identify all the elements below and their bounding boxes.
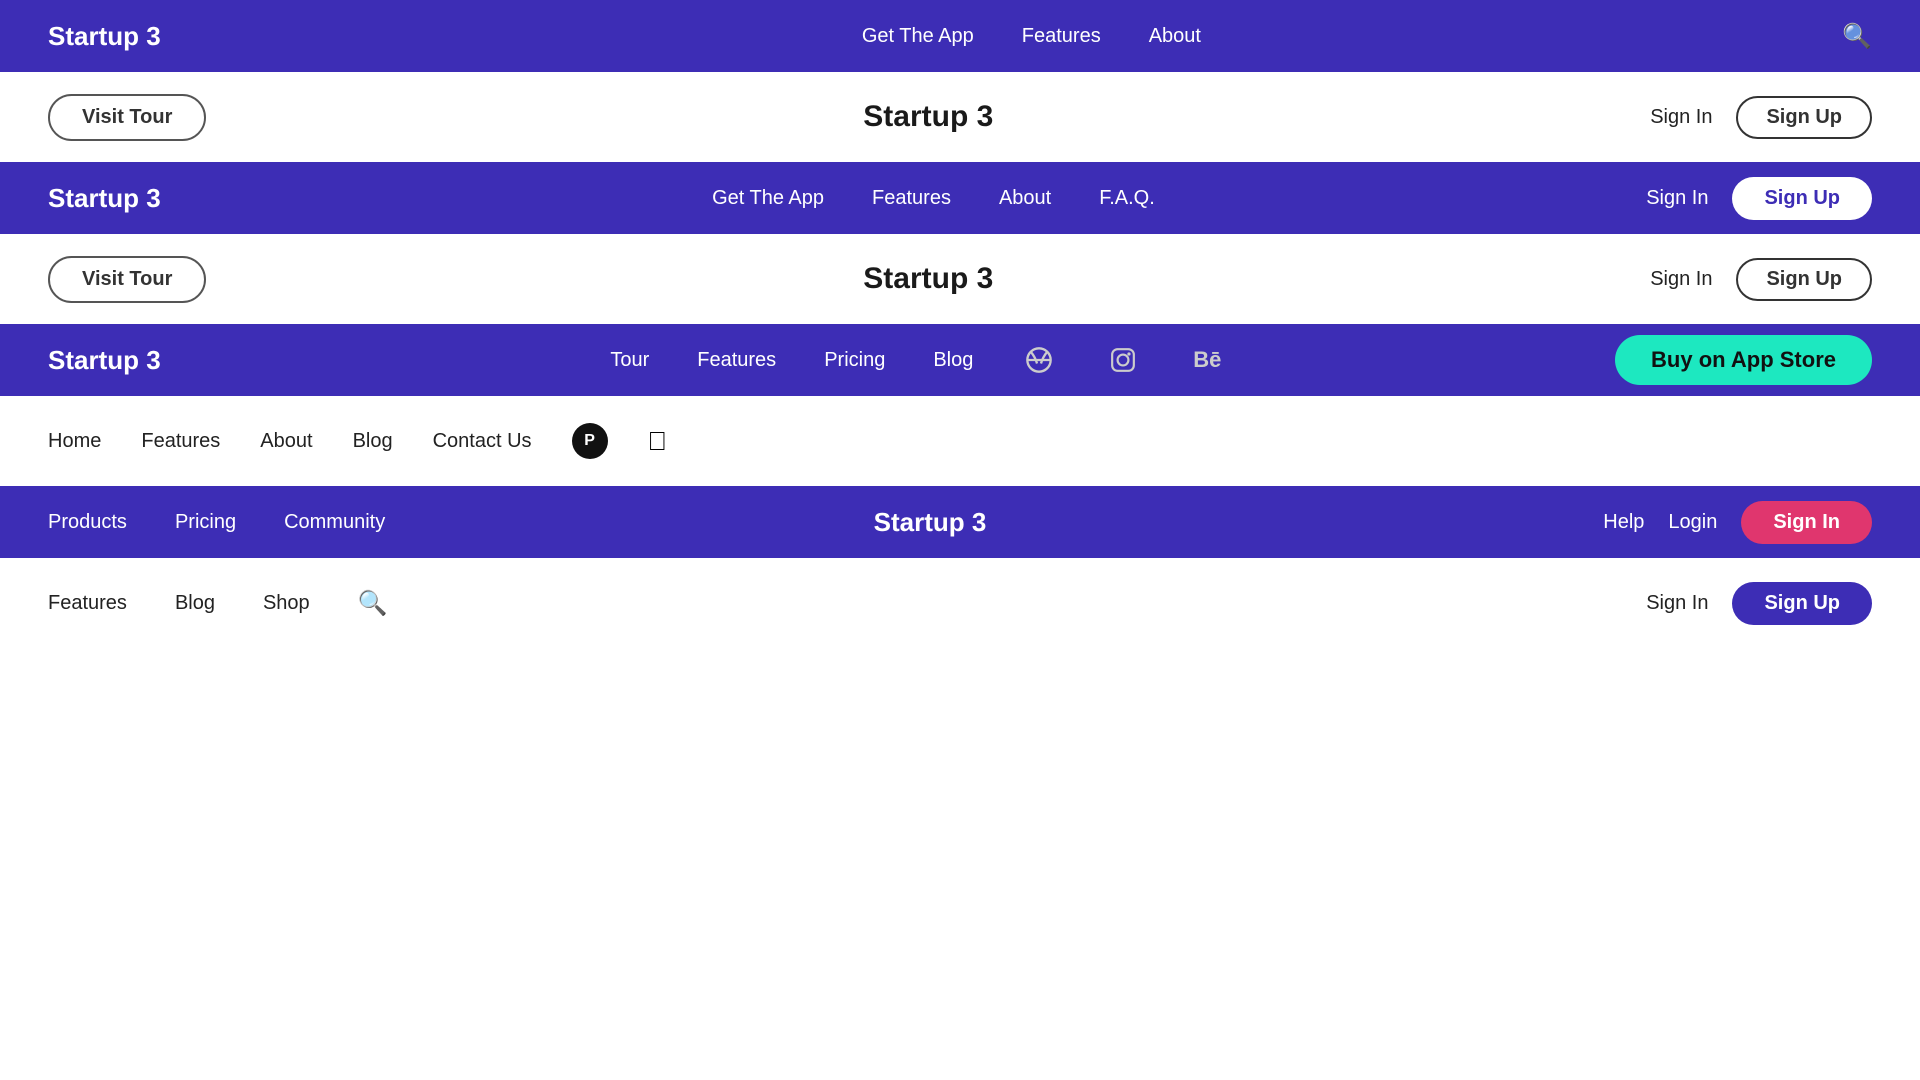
content-strip-4: Features Blog Shop 🔍 Sign In Sign Up bbox=[0, 558, 1920, 648]
footer-features[interactable]: Features bbox=[141, 430, 220, 453]
sign-up-btn-2[interactable]: Sign Up bbox=[1732, 177, 1872, 220]
nav-item-pricing[interactable]: Pricing bbox=[824, 349, 885, 372]
apple-icon[interactable]:  bbox=[648, 426, 668, 456]
content-title-2: Startup 3 bbox=[206, 262, 1650, 296]
dribbble-icon[interactable] bbox=[1021, 342, 1057, 378]
nav-links-3: Tour Features Pricing Blog Bē bbox=[221, 342, 1615, 379]
sign-in-pink-btn[interactable]: Sign In bbox=[1741, 501, 1872, 544]
search-icon-2[interactable]: 🔍 bbox=[358, 590, 388, 617]
login-btn[interactable]: Login bbox=[1668, 511, 1717, 534]
nav-item-products[interactable]: Products bbox=[48, 511, 127, 534]
footer-home[interactable]: Home bbox=[48, 430, 101, 453]
bottom-links: Features Blog Shop 🔍 bbox=[48, 589, 1646, 618]
bottom-blog[interactable]: Blog bbox=[175, 592, 215, 615]
nav-right-3: Buy on App Store bbox=[1615, 335, 1872, 385]
nav-item-about[interactable]: About bbox=[1149, 25, 1201, 48]
nav-item-community[interactable]: Community bbox=[284, 511, 385, 534]
nav-item-pricing-2[interactable]: Pricing bbox=[175, 511, 236, 534]
help-btn[interactable]: Help bbox=[1603, 511, 1644, 534]
footer-contact[interactable]: Contact Us bbox=[433, 430, 532, 453]
behance-icon[interactable]: Bē bbox=[1189, 342, 1225, 378]
navbar-2: Startup 3 Get The App Features About F.A… bbox=[0, 162, 1920, 234]
bottom-search[interactable]: 🔍 bbox=[358, 589, 388, 618]
nav-item-get-app[interactable]: Get The App bbox=[862, 25, 974, 48]
footer-apple-icon[interactable]:  bbox=[648, 426, 668, 457]
brand-4: Startup 3 bbox=[874, 507, 987, 537]
nav-links-2: Get The App Features About F.A.Q. bbox=[221, 187, 1647, 210]
sign-up-btn-3[interactable]: Sign Up bbox=[1736, 258, 1872, 301]
sign-in-btn-final[interactable]: Sign In bbox=[1646, 592, 1708, 615]
sign-in-btn-1[interactable]: Sign In bbox=[1650, 106, 1712, 129]
visit-tour-btn-1[interactable]: Visit Tour bbox=[48, 94, 206, 141]
visit-tour-btn-2[interactable]: Visit Tour bbox=[48, 256, 206, 303]
footer-about[interactable]: About bbox=[260, 430, 312, 453]
footer-blog[interactable]: Blog bbox=[353, 430, 393, 453]
nav-item-behance[interactable]: Bē bbox=[1189, 342, 1225, 378]
content-strip-2: Visit Tour Startup 3 Sign In Sign Up bbox=[0, 234, 1920, 324]
brand-2: Startup 3 bbox=[48, 183, 161, 214]
sign-up-btn-1[interactable]: Sign Up bbox=[1736, 96, 1872, 139]
nav-right-4: Help Login Sign In bbox=[1603, 501, 1872, 544]
navbar-3: Startup 3 Tour Features Pricing Blog bbox=[0, 324, 1920, 396]
nav-item-about-2[interactable]: About bbox=[999, 187, 1051, 210]
content-title-1: Startup 3 bbox=[206, 100, 1650, 134]
nav-links-4: Products Pricing Community bbox=[48, 511, 1603, 534]
nav-item-instagram[interactable] bbox=[1105, 342, 1141, 378]
navbar-4: Products Pricing Community Startup 3 Hel… bbox=[0, 486, 1920, 558]
nav-item-get-app-2[interactable]: Get The App bbox=[712, 187, 824, 210]
auth-right-4: Sign In Sign Up bbox=[1646, 582, 1872, 625]
content-strip-1: Visit Tour Startup 3 Sign In Sign Up bbox=[0, 72, 1920, 162]
nav-item-features[interactable]: Features bbox=[1022, 25, 1101, 48]
sign-in-btn-2[interactable]: Sign In bbox=[1646, 187, 1708, 210]
search-icon-1[interactable]: 🔍 bbox=[1842, 22, 1872, 51]
sign-up-btn-final[interactable]: Sign Up bbox=[1732, 582, 1872, 625]
instagram-icon[interactable] bbox=[1105, 342, 1141, 378]
brand-1: Startup 3 bbox=[48, 21, 161, 52]
buy-app-store-btn[interactable]: Buy on App Store bbox=[1615, 335, 1872, 385]
sign-in-btn-3[interactable]: Sign In bbox=[1650, 268, 1712, 291]
product-icon[interactable]: P bbox=[572, 423, 608, 459]
nav-item-blog[interactable]: Blog bbox=[933, 349, 973, 372]
nav-item-features-3[interactable]: Features bbox=[697, 349, 776, 372]
auth-right-1: Sign In Sign Up bbox=[1650, 96, 1872, 139]
navbar-1: Startup 3 Get The App Features About 🔍 bbox=[0, 0, 1920, 72]
footer-links: Home Features About Blog Contact Us P  bbox=[48, 423, 1872, 459]
nav-right-1: 🔍 bbox=[1842, 22, 1872, 51]
content-strip-3: Home Features About Blog Contact Us P  bbox=[0, 396, 1920, 486]
brand-3: Startup 3 bbox=[48, 345, 161, 376]
nav-item-faq[interactable]: F.A.Q. bbox=[1099, 187, 1155, 210]
nav-links-1: Get The App Features About bbox=[221, 25, 1842, 48]
nav-right-2: Sign In Sign Up bbox=[1646, 177, 1872, 220]
nav-item-tour[interactable]: Tour bbox=[610, 349, 649, 372]
nav-item-dribbble[interactable] bbox=[1021, 342, 1057, 379]
bottom-shop[interactable]: Shop bbox=[263, 592, 310, 615]
auth-right-2: Sign In Sign Up bbox=[1650, 258, 1872, 301]
footer-p-icon[interactable]: P bbox=[572, 423, 608, 459]
nav-item-features-2[interactable]: Features bbox=[872, 187, 951, 210]
bottom-features[interactable]: Features bbox=[48, 592, 127, 615]
